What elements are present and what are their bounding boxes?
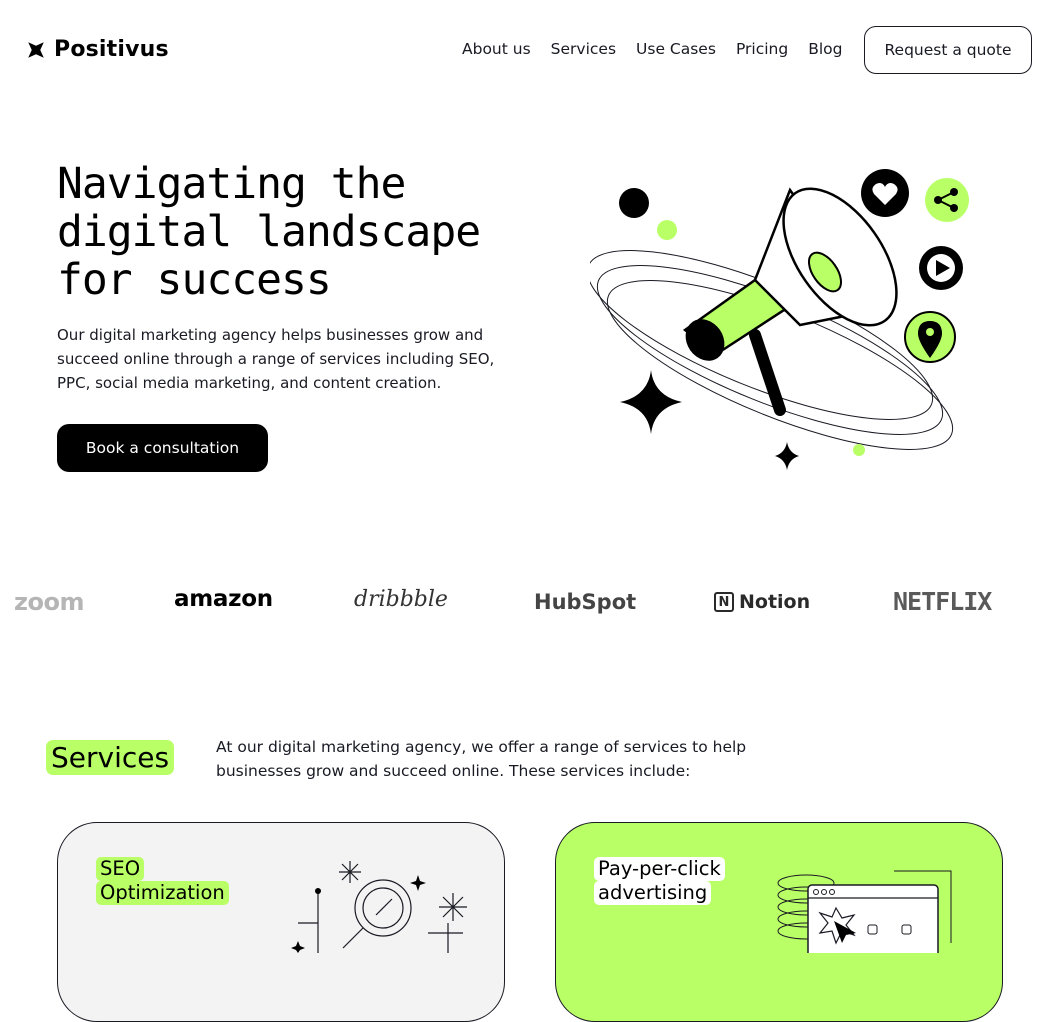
location-badge-icon	[904, 311, 956, 363]
main-nav: About us Services Use Cases Pricing Blog	[462, 40, 842, 58]
card-title-line: SEO	[96, 857, 145, 881]
zoom-logo: zoom	[14, 588, 84, 616]
book-consultation-button[interactable]: Book a consultation	[57, 424, 268, 472]
card-title-line: advertising	[594, 881, 712, 905]
black-dot	[619, 188, 649, 218]
nav-services[interactable]: Services	[551, 40, 616, 58]
megaphone-illustration	[590, 169, 969, 470]
magnifier-illustration	[291, 861, 467, 953]
netflix-logo: NETFLIX	[893, 587, 992, 616]
sparkle-small	[775, 442, 799, 470]
green-dot	[657, 220, 677, 240]
notion-logo: N Notion	[714, 591, 810, 613]
nav-use-cases[interactable]: Use Cases	[636, 40, 716, 58]
share-badge-icon	[925, 178, 969, 222]
services-heading: Services	[46, 740, 175, 775]
dribbble-logo: dribbble	[354, 587, 448, 612]
star-logo-icon	[28, 41, 44, 58]
card-title-line: Pay-per-click	[594, 857, 725, 881]
card-title-line: Optimization	[96, 881, 229, 905]
play-badge-icon	[919, 246, 963, 290]
card-title: Pay-per-click advertising	[594, 857, 725, 905]
brand-logo[interactable]: Positivus	[25, 37, 169, 62]
sparkle-large	[620, 370, 682, 434]
request-quote-button[interactable]: Request a quote	[864, 26, 1032, 74]
brand-name: Positivus	[54, 37, 169, 62]
card-title: SEO Optimization	[96, 857, 229, 905]
services-description: At our digital marketing agency, we offe…	[216, 738, 747, 780]
service-card-seo[interactable]: SEO Optimization	[57, 822, 505, 1022]
hero-title: Navigating the digital landscape for suc…	[57, 159, 481, 305]
nav-pricing[interactable]: Pricing	[736, 40, 788, 58]
service-card-ppc[interactable]: Pay-per-click advertising	[555, 822, 1003, 1022]
green-dot-small	[853, 444, 865, 456]
heart-badge-icon	[861, 169, 909, 217]
nav-blog[interactable]: Blog	[808, 40, 842, 58]
client-logos: zoom amazon dribbble HubSpot N Notion NE…	[0, 578, 1062, 626]
ppc-illustration	[777, 870, 952, 953]
notion-logo-text: Notion	[739, 591, 811, 613]
hero-description: Our digital marketing agency helps busin…	[57, 326, 495, 392]
amazon-logo: amazon	[174, 586, 273, 612]
nav-about-us[interactable]: About us	[462, 40, 531, 58]
hubspot-logo: HubSpot	[534, 590, 637, 614]
notion-n-icon: N	[714, 592, 734, 612]
